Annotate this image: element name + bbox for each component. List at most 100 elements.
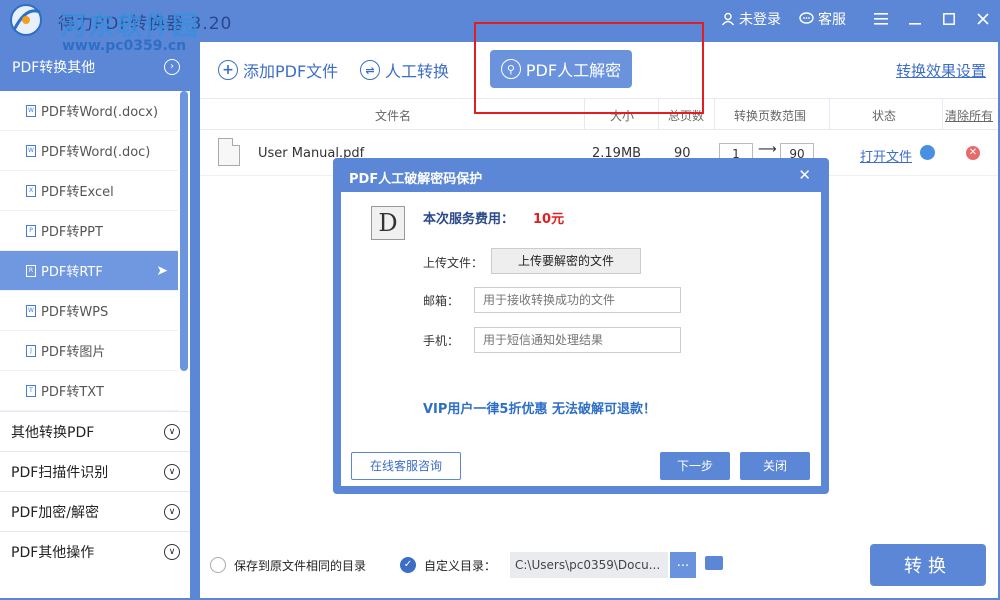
service-label: 客服 (818, 12, 846, 28)
menu-button[interactable] (864, 0, 898, 38)
sidebar-list: W PDF转Word(.docx) W PDF转Word(.doc) X PDF转Ex… (0, 91, 190, 411)
dialog-title: PDF人工破解密码保护 (349, 172, 483, 187)
status-icon (920, 145, 935, 160)
sidebar-cat-other-ops[interactable]: PDF其他操作 ∨ (0, 531, 190, 571)
sidebar-item-label: PDF转PPT (41, 225, 103, 240)
close-window-button[interactable] (966, 0, 1000, 38)
manual-convert-label: 人工转换 (385, 62, 450, 81)
email-label: 邮箱： (423, 294, 460, 308)
service-link[interactable]: 客服 (799, 9, 846, 29)
sidebar-item-label: PDF转Word(.docx) (41, 105, 159, 120)
login-link[interactable]: 未登录 (721, 9, 781, 29)
sidebar-item-label: PDF转RTF (41, 265, 103, 280)
clear-all-link[interactable]: 清除所有 (945, 107, 993, 124)
online-consult-button[interactable]: 在线客服咨询 (351, 452, 461, 480)
arrow-right-icon: ⟶ (758, 142, 777, 157)
sidebar-item-pdf-to-ppt[interactable]: P PDF转PPT (0, 211, 178, 251)
close-button[interactable]: 关闭 (740, 452, 810, 480)
file-type-icon: W (26, 104, 36, 117)
sidebar-item-pdf-to-rtf[interactable]: R PDF转RTF ➤ (0, 251, 178, 291)
file-type-icon: J (26, 344, 36, 357)
col-header-status: 状态 (872, 109, 897, 123)
chat-icon (799, 12, 814, 24)
product-logo-icon: D (371, 206, 405, 240)
col-header-pages: 总页数 (668, 109, 705, 123)
fee-label: 本次服务费用： (423, 212, 515, 227)
file-icon (218, 138, 240, 166)
chevron-right-icon: › (164, 58, 180, 75)
sidebar-item-label: PDF转WPS (41, 305, 109, 320)
category-label: PDF其他操作 (11, 544, 95, 561)
sidebar-item-pdf-to-wps[interactable]: W PDF转WPS (0, 291, 178, 331)
add-pdf-label: 添加PDF文件 (243, 62, 339, 81)
convert-button[interactable]: 转换 (870, 544, 986, 586)
watermark-url: www.pc0359.cn (62, 38, 187, 54)
dialog-body: D 本次服务费用： 10元 上传文件： 上传要解密的文件 邮箱： 手机： VIP… (341, 192, 821, 486)
delete-icon[interactable]: ✕ (966, 146, 980, 160)
table-header: 文件名 大小 总页数 转换页数范围 状态 清除所有 (200, 98, 998, 130)
sidebar-item-pdf-to-doc[interactable]: W PDF转Word(.doc) (0, 131, 178, 171)
folder-icon[interactable] (705, 556, 723, 570)
upload-file-button[interactable]: 上传要解密的文件 (491, 248, 641, 274)
category-label: 其他转换PDF (11, 424, 95, 441)
add-pdf-button[interactable]: + 添加PDF文件 (218, 58, 338, 82)
sidebar-item-label: PDF转图片 (41, 345, 106, 360)
menu-icon (874, 13, 888, 25)
same-dir-radio[interactable] (210, 557, 226, 573)
manual-decrypt-button[interactable]: ⚲ PDF人工解密 (490, 50, 632, 88)
vip-note: VIP用户一律5折优惠 无法破解可退款！ (423, 402, 656, 417)
sidebar-header-label: PDF转换其他 (12, 59, 96, 76)
chevron-down-icon: ∨ (164, 503, 180, 520)
selected-arrow-icon: ➤ (156, 262, 168, 279)
fee-value: 10元 (533, 212, 565, 227)
sidebar-item-pdf-to-docx[interactable]: W PDF转Word(.docx) (0, 91, 178, 131)
phone-label: 手机： (423, 334, 460, 348)
next-step-button[interactable]: 下一步 (660, 452, 730, 480)
toolbar: + 添加PDF文件 ⇌ 人工转换 ⚲ PDF人工解密 转换效果设置 (200, 42, 998, 97)
app-logo-icon (10, 4, 42, 36)
custom-dir-label: 自定义目录： (424, 559, 497, 573)
close-icon (977, 13, 989, 25)
plus-icon: + (218, 60, 238, 80)
title-bar: 得力PDF转换器 3.20 河东软件园 未登录 客服 (0, 0, 1000, 42)
sidebar-cat-other-to-pdf[interactable]: 其他转换PDF ∨ (0, 411, 190, 451)
sidebar-scrollbar[interactable] (180, 91, 188, 371)
email-field[interactable] (474, 287, 681, 313)
category-label: PDF扫描件识别 (11, 464, 109, 481)
sidebar-item-pdf-to-image[interactable]: J PDF转图片 (0, 331, 178, 371)
swap-icon: ⇌ (360, 60, 380, 80)
sidebar-item-label: PDF转TXT (41, 385, 104, 400)
custom-dir-radio[interactable]: ✓ (400, 557, 416, 573)
sidebar: PDF转换其他 › W PDF转Word(.docx) W PDF转Word(.do… (0, 42, 190, 598)
sidebar-item-label: PDF转Excel (41, 185, 114, 200)
chevron-down-icon: ∨ (164, 543, 180, 560)
decrypt-dialog: PDF人工破解密码保护 ✕ D 本次服务费用： 10元 上传文件： 上传要解密的… (333, 158, 829, 494)
category-label: PDF加密/解密 (11, 504, 99, 521)
upload-label: 上传文件： (423, 256, 484, 270)
same-dir-label: 保存到原文件相同的目录 (234, 559, 367, 573)
key-icon: ⚲ (500, 59, 521, 79)
sidebar-item-pdf-to-txt[interactable]: T PDF转TXT (0, 371, 178, 411)
maximize-icon (943, 13, 955, 25)
manual-decrypt-label: PDF人工解密 (525, 61, 622, 80)
sidebar-cat-scan-ocr[interactable]: PDF扫描件识别 ∨ (0, 451, 190, 491)
chevron-down-icon: ∨ (164, 423, 180, 440)
login-label: 未登录 (739, 12, 781, 28)
file-type-icon: P (26, 224, 36, 237)
maximize-button[interactable] (932, 0, 966, 38)
minimize-button[interactable] (898, 0, 932, 38)
phone-field[interactable] (474, 327, 681, 353)
file-type-icon: X (26, 184, 36, 197)
dialog-close-icon[interactable]: ✕ (798, 166, 811, 184)
file-type-icon: T (26, 384, 36, 397)
browse-button[interactable]: ... (670, 552, 696, 578)
sidebar-item-pdf-to-excel[interactable]: X PDF转Excel (0, 171, 178, 211)
col-header-range: 转换页数范围 (734, 109, 807, 123)
output-path-field[interactable]: C:\Users\pc0359\Docu... (510, 552, 668, 578)
sidebar-cat-encrypt-decrypt[interactable]: PDF加密/解密 ∨ (0, 491, 190, 531)
col-header-name: 文件名 (375, 109, 412, 123)
manual-convert-button[interactable]: ⇌ 人工转换 (360, 58, 449, 82)
open-file-link[interactable]: 打开文件 (860, 146, 912, 165)
effect-settings-link[interactable]: 转换效果设置 (896, 60, 986, 81)
file-type-icon: W (26, 304, 36, 317)
